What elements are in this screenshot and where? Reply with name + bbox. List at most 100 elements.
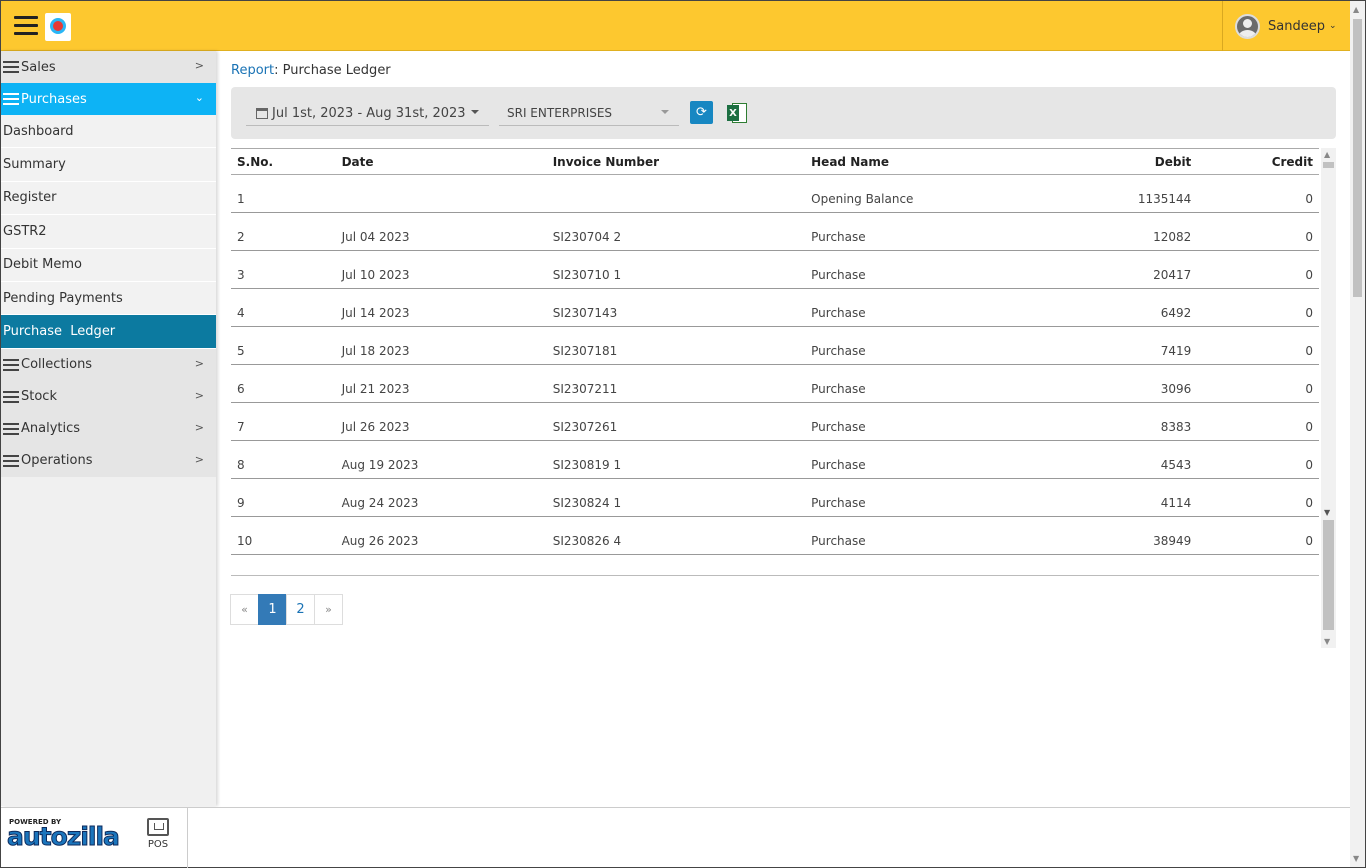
sidebar-subitem-purchase-ledger[interactable]: Purchase Ledger — [1, 315, 216, 349]
party-select-value: SRI ENTERPRISES — [507, 106, 613, 120]
table-row[interactable]: 4 Jul 14 2023 SI2307143 Purchase 6492 0 — [231, 288, 1319, 327]
cell-invoice: SI230710 1 — [546, 250, 806, 289]
table-row[interactable]: 10 Aug 26 2023 SI230826 4 Purchase 38949… — [231, 516, 1319, 555]
column-header-sno[interactable]: S.No. — [231, 148, 336, 175]
cell-credit: 0 — [1197, 326, 1319, 365]
scroll-down-icon[interactable]: ▼ — [1353, 854, 1359, 863]
breadcrumb: Report: Purchase Ledger — [231, 63, 391, 78]
menu-icon — [3, 390, 19, 403]
pagination-page-2[interactable]: 2 — [286, 594, 315, 625]
table-row[interactable]: 6 Jul 21 2023 SI2307211 Purchase 3096 0 — [231, 364, 1319, 403]
sidebar-subitem-pending-payments[interactable]: Pending Payments — [1, 281, 216, 316]
sidebar-item-stock[interactable]: Stock > — [1, 380, 216, 413]
cell-sno: 4 — [231, 288, 336, 327]
chevron-right-icon: > — [194, 356, 204, 370]
table-header-row: S.No. Date Invoice Number Head Name Debi… — [231, 148, 1319, 175]
sidebar-item-collections[interactable]: Collections > — [1, 348, 216, 381]
cell-credit: 0 — [1197, 174, 1319, 213]
sidebar-item-analytics[interactable]: Analytics > — [1, 412, 216, 445]
cell-debit: 6492 — [1071, 288, 1198, 327]
sidebar-subitem-summary[interactable]: Summary — [1, 148, 216, 182]
scroll-down-icon[interactable]: ▼ — [1324, 637, 1330, 646]
menu-icon — [3, 93, 19, 105]
pagination-prev[interactable]: « — [230, 594, 259, 625]
sidebar-item-label: Collections — [21, 357, 93, 373]
cell-debit: 20417 — [1071, 250, 1198, 289]
sidebar-subitem-dashboard[interactable]: Dashboard — [1, 115, 216, 149]
cell-invoice: SI230819 1 — [546, 440, 806, 479]
pagination-page-1[interactable]: 1 — [258, 594, 287, 625]
cell-sno: 2 — [231, 212, 336, 251]
scroll-up-icon[interactable]: ▲ — [1324, 150, 1330, 159]
table-row[interactable]: 8 Aug 19 2023 SI230819 1 Purchase 4543 0 — [231, 440, 1319, 479]
chevron-right-icon: > — [194, 59, 204, 72]
page-scrollbar-thumb[interactable] — [1353, 19, 1362, 297]
scroll-up-icon[interactable]: ▲ — [1353, 5, 1359, 14]
cell-head: Purchase — [805, 402, 1072, 441]
excel-export-button[interactable]: X — [727, 102, 747, 124]
cell-debit: 4114 — [1071, 478, 1198, 517]
table-row[interactable]: 5 Jul 18 2023 SI2307181 Purchase 7419 0 — [231, 326, 1319, 365]
sidebar-item-purchases[interactable]: Purchases ⌄ — [1, 83, 216, 115]
sidebar-item-label: Analytics — [21, 421, 81, 437]
sidebar-item-sales[interactable]: Sales > — [1, 51, 216, 83]
cell-sno: 1 — [231, 174, 336, 213]
cell-head: Purchase — [805, 364, 1072, 403]
sidebar-subitem-debit-memo[interactable]: Debit Memo — [1, 248, 216, 282]
cell-invoice: SI230826 4 — [546, 516, 806, 555]
column-header-credit[interactable]: Credit — [1197, 148, 1319, 175]
column-header-head-name[interactable]: Head Name — [805, 148, 1072, 175]
menu-icon — [3, 422, 19, 435]
table-row[interactable]: 1 Opening Balance 1135144 0 — [231, 174, 1319, 213]
cell-head: Opening Balance — [805, 174, 1072, 213]
cell-date: Aug 26 2023 — [335, 516, 547, 555]
caret-down-icon — [661, 110, 669, 114]
refresh-icon: ⟳ — [696, 105, 707, 120]
cell-date: Jul 18 2023 — [335, 326, 547, 365]
cell-head: Purchase — [805, 250, 1072, 289]
calendar-icon — [256, 107, 268, 119]
scroll-down-icon[interactable]: ▼ — [1324, 508, 1330, 517]
table-scrollbar-thumb[interactable] — [1323, 162, 1334, 168]
column-header-debit[interactable]: Debit — [1071, 148, 1198, 175]
table-row[interactable]: 2 Jul 04 2023 SI230704 2 Purchase 12082 … — [231, 212, 1319, 251]
cell-head: Purchase — [805, 478, 1072, 517]
sidebar-subitem-register[interactable]: Register — [1, 181, 216, 216]
cell-invoice: SI2307261 — [546, 402, 806, 441]
chevron-down-icon: ⌄ — [1328, 21, 1337, 31]
breadcrumb-report-link[interactable]: Report — [231, 63, 274, 78]
party-select[interactable]: SRI ENTERPRISES — [499, 101, 679, 126]
date-range-value: Jul 1st, 2023 - Aug 31st, 2023 — [272, 105, 466, 121]
table-scrollbar[interactable]: ▲ ▼ ▼ — [1321, 148, 1336, 648]
table-row[interactable]: 9 Aug 24 2023 SI230824 1 Purchase 4114 0 — [231, 478, 1319, 517]
autozilla-logo: autozilla — [7, 822, 121, 852]
pos-button[interactable]: POS — [143, 818, 173, 850]
app-logo[interactable] — [45, 13, 71, 41]
sidebar-item-operations[interactable]: Operations > — [1, 444, 216, 477]
menu-icon — [3, 454, 19, 467]
cell-invoice: SI2307211 — [546, 364, 806, 403]
hamburger-menu-icon[interactable] — [14, 16, 38, 36]
column-header-invoice-number[interactable]: Invoice Number — [546, 148, 806, 175]
cell-debit: 7419 — [1071, 326, 1198, 365]
pagination: « 1 2 » — [230, 594, 343, 625]
date-range-picker[interactable]: Jul 1st, 2023 - Aug 31st, 2023 — [246, 101, 489, 126]
cell-date: Jul 10 2023 — [335, 250, 547, 289]
refresh-button[interactable]: ⟳ — [690, 101, 713, 124]
menu-icon — [3, 358, 19, 371]
cell-sno: 10 — [231, 516, 336, 555]
table-row[interactable]: 7 Jul 26 2023 SI2307261 Purchase 8383 0 — [231, 402, 1319, 441]
sidebar-subitem-gstr2[interactable]: GSTR2 — [1, 215, 216, 249]
pagination-next[interactable]: » — [314, 594, 343, 625]
table-scrollbar-thumb-outer[interactable] — [1323, 520, 1334, 630]
user-menu[interactable]: Sandeep ⌄ — [1222, 1, 1350, 51]
cell-date: Jul 26 2023 — [335, 402, 547, 441]
cell-date: Jul 14 2023 — [335, 288, 547, 327]
cell-sno: 8 — [231, 440, 336, 479]
pos-terminal-icon — [147, 818, 169, 836]
page-scrollbar[interactable]: ▲ ▼ — [1350, 1, 1365, 867]
table-row[interactable]: 3 Jul 10 2023 SI230710 1 Purchase 20417 … — [231, 250, 1319, 289]
column-header-date[interactable]: Date — [335, 148, 547, 175]
cell-sno: 6 — [231, 364, 336, 403]
cell-date: Aug 24 2023 — [335, 478, 547, 517]
